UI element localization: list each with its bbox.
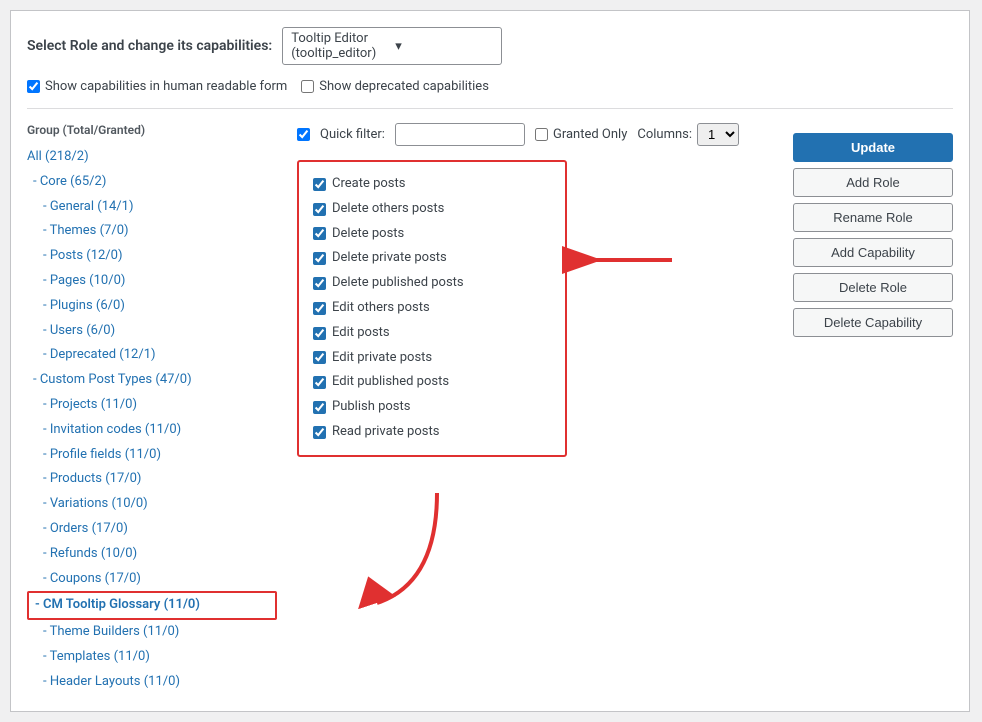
add-capability-button[interactable]: Add Capability [793,238,953,267]
role-dropdown[interactable]: Tooltip Editor (tooltip_editor) ▾ [282,27,502,65]
rename-role-button[interactable]: Rename Role [793,203,953,232]
capability-label: Create posts [332,174,405,195]
sidebar-item[interactable]: - Deprecated (12/1) [27,343,277,368]
columns-select[interactable]: 1 2 3 [697,123,739,146]
capability-item: Delete private posts [313,246,551,271]
deprecated-checkbox[interactable] [301,80,314,93]
capability-item: Read private posts [313,420,551,445]
capability-checkbox[interactable] [313,327,326,340]
capability-item: Edit posts [313,321,551,346]
capability-item: Publish posts [313,395,551,420]
capability-label: Delete private posts [332,248,447,269]
sidebar-item[interactable]: - Refunds (10/0) [27,542,277,567]
capability-checkbox[interactable] [313,401,326,414]
sidebar-item[interactable]: - Header Layouts (11/0) [27,670,277,695]
sidebar-item[interactable]: - Orders (17/0) [27,517,277,542]
capability-item: Delete posts [313,222,551,247]
capability-checkbox[interactable] [313,203,326,216]
capability-item: Delete published posts [313,271,551,296]
sidebar-item[interactable]: - Plugins (6/0) [27,294,277,319]
sidebar-item[interactable]: - Themes (7/0) [27,219,277,244]
deprecated-label: Show deprecated capabilities [319,79,489,94]
capabilities-box: Create posts Delete others posts Delete po… [297,160,567,457]
content-area: Quick filter: Granted Only Columns: 1 2 … [287,123,793,695]
sidebar-item[interactable]: - Templates (11/0) [27,645,277,670]
granted-only-text: Granted Only [553,127,627,142]
capability-checkbox[interactable] [313,351,326,364]
sidebar-item[interactable]: - Projects (11/0) [27,393,277,418]
capability-checkbox[interactable] [313,302,326,315]
capability-label: Delete others posts [332,199,444,220]
right-panel: Update Add Role Rename Role Add Capabili… [793,123,953,695]
capability-checkbox[interactable] [313,227,326,240]
capability-label: Edit posts [332,323,390,344]
arrow-down-indicator [347,483,457,617]
sidebar-item[interactable]: - Invitation codes (11/0) [27,418,277,443]
sidebar-items-container: All (218/2)- Core (65/2)- General (14/1)… [27,145,277,695]
sidebar-item[interactable]: All (218/2) [27,145,277,170]
sidebar-item[interactable]: - Variations (10/0) [27,492,277,517]
divider [27,108,953,109]
sidebar-item[interactable]: - Posts (12/0) [27,244,277,269]
role-value: Tooltip Editor (tooltip_editor) [291,31,389,61]
quick-filter-checkbox[interactable] [297,128,310,141]
quick-filter-input[interactable] [395,123,525,146]
granted-only-label[interactable]: Granted Only [535,127,627,142]
capability-label: Edit published posts [332,372,449,393]
quick-filter-label: Quick filter: [320,127,385,142]
filter-row: Quick filter: Granted Only Columns: 1 2 … [297,123,783,146]
sidebar-item[interactable]: - Core (65/2) [27,170,277,195]
deprecated-checkbox-label[interactable]: Show deprecated capabilities [301,79,489,94]
capabilities-list: Create posts Delete others posts Delete po… [313,172,551,445]
capability-label: Edit others posts [332,298,430,319]
sidebar-item[interactable]: - Users (6/0) [27,319,277,344]
columns-select-group: Columns: 1 2 3 [637,123,739,146]
dropdown-icon: ▾ [395,39,493,54]
sidebar-item[interactable]: - Profile fields (11/0) [27,443,277,468]
group-header: Group (Total/Granted) [27,123,277,137]
capability-item: Delete others posts [313,197,551,222]
select-role-label: Select Role and change its capabilities: [27,38,272,54]
granted-only-checkbox[interactable] [535,128,548,141]
sidebar: Group (Total/Granted) All (218/2)- Core … [27,123,287,695]
delete-role-button[interactable]: Delete Role [793,273,953,302]
capability-checkbox[interactable] [313,376,326,389]
capability-label: Read private posts [332,422,439,443]
sidebar-item[interactable]: - CM Tooltip Glossary (11/0) [27,591,277,620]
sidebar-item[interactable]: - Coupons (17/0) [27,567,277,592]
capability-checkbox[interactable] [313,178,326,191]
add-role-button[interactable]: Add Role [793,168,953,197]
sidebar-item[interactable]: - Pages (10/0) [27,269,277,294]
delete-capability-button[interactable]: Delete Capability [793,308,953,337]
capability-label: Delete published posts [332,273,464,294]
sidebar-item[interactable]: - Products (17/0) [27,467,277,492]
capability-label: Edit private posts [332,348,432,369]
sidebar-item[interactable]: - Theme Builders (11/0) [27,620,277,645]
columns-label: Columns: [637,127,692,142]
human-readable-checkbox-label[interactable]: Show capabilities in human readable form [27,79,287,94]
capability-item: Edit published posts [313,370,551,395]
capability-item: Create posts [313,172,551,197]
capability-checkbox[interactable] [313,252,326,265]
human-readable-label: Show capabilities in human readable form [45,79,287,94]
capability-checkbox[interactable] [313,277,326,290]
arrow-right-indicator [552,240,682,284]
update-button[interactable]: Update [793,133,953,162]
quick-filter-checkbox-label[interactable] [297,128,310,141]
capability-label: Publish posts [332,397,410,418]
capability-item: Edit others posts [313,296,551,321]
capability-item: Edit private posts [313,346,551,371]
capability-checkbox[interactable] [313,426,326,439]
capability-label: Delete posts [332,224,404,245]
sidebar-item[interactable]: - General (14/1) [27,195,277,220]
human-readable-checkbox[interactable] [27,80,40,93]
sidebar-item[interactable]: - Custom Post Types (47/0) [27,368,277,393]
